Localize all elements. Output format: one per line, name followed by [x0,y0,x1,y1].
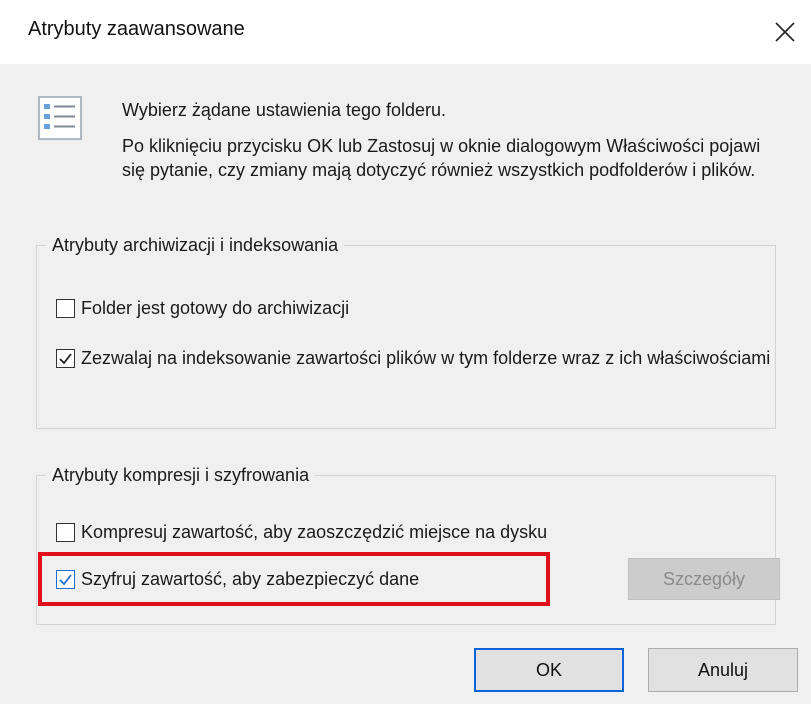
encrypt-label: Szyfruj zawartość, aby zabezpieczyć dane [81,569,420,589]
close-icon [775,22,795,42]
title-bar[interactable]: Atrybuty zaawansowane [0,0,811,64]
intro-description: Po kliknięciu przycisku OK lub Zastosuj … [122,136,761,180]
archive-ready-checkbox[interactable] [56,299,75,318]
advanced-attributes-dialog: Atrybuty zaawansowane Wybierz żądane ust… [0,0,811,704]
checklist-icon [38,96,82,140]
compress-label: Kompresuj zawartość, aby zaoszczędzić mi… [81,522,548,542]
dialog-body: Wybierz żądane ustawienia tego folderu. … [0,64,811,704]
allow-indexing-checkbox[interactable] [56,349,75,368]
encrypt-option[interactable]: Szyfruj zawartość, aby zabezpieczyć dane [56,567,536,591]
allow-indexing-option[interactable]: Zezwalaj na indeksowanie zawartości plik… [56,346,782,370]
compress-option[interactable]: Kompresuj zawartość, aby zaoszczędzić mi… [56,520,756,544]
details-button[interactable]: Szczegóły [628,558,780,600]
archive-ready-option[interactable]: Folder jest gotowy do archiwizacji [56,296,756,320]
encrypt-checkbox[interactable] [56,570,75,589]
archive-ready-label: Folder jest gotowy do archiwizacji [81,298,350,318]
window-title: Atrybuty zaawansowane [28,18,245,40]
close-button[interactable] [759,6,811,58]
cancel-button[interactable]: Anuluj [648,648,798,692]
archive-index-group-title: Atrybuty archiwizacji i indeksowania [46,234,345,256]
checkmark-icon [59,574,72,586]
ok-button[interactable]: OK [474,648,624,692]
compress-encrypt-group-title: Atrybuty kompresji i szyfrowania [46,464,316,486]
archive-index-group [36,245,776,429]
compress-checkbox[interactable] [56,523,75,542]
checkmark-icon [59,353,72,365]
allow-indexing-label: Zezwalaj na indeksowanie zawartości plik… [81,348,771,368]
intro-heading: Wybierz żądane ustawienia tego folderu. [122,100,447,120]
